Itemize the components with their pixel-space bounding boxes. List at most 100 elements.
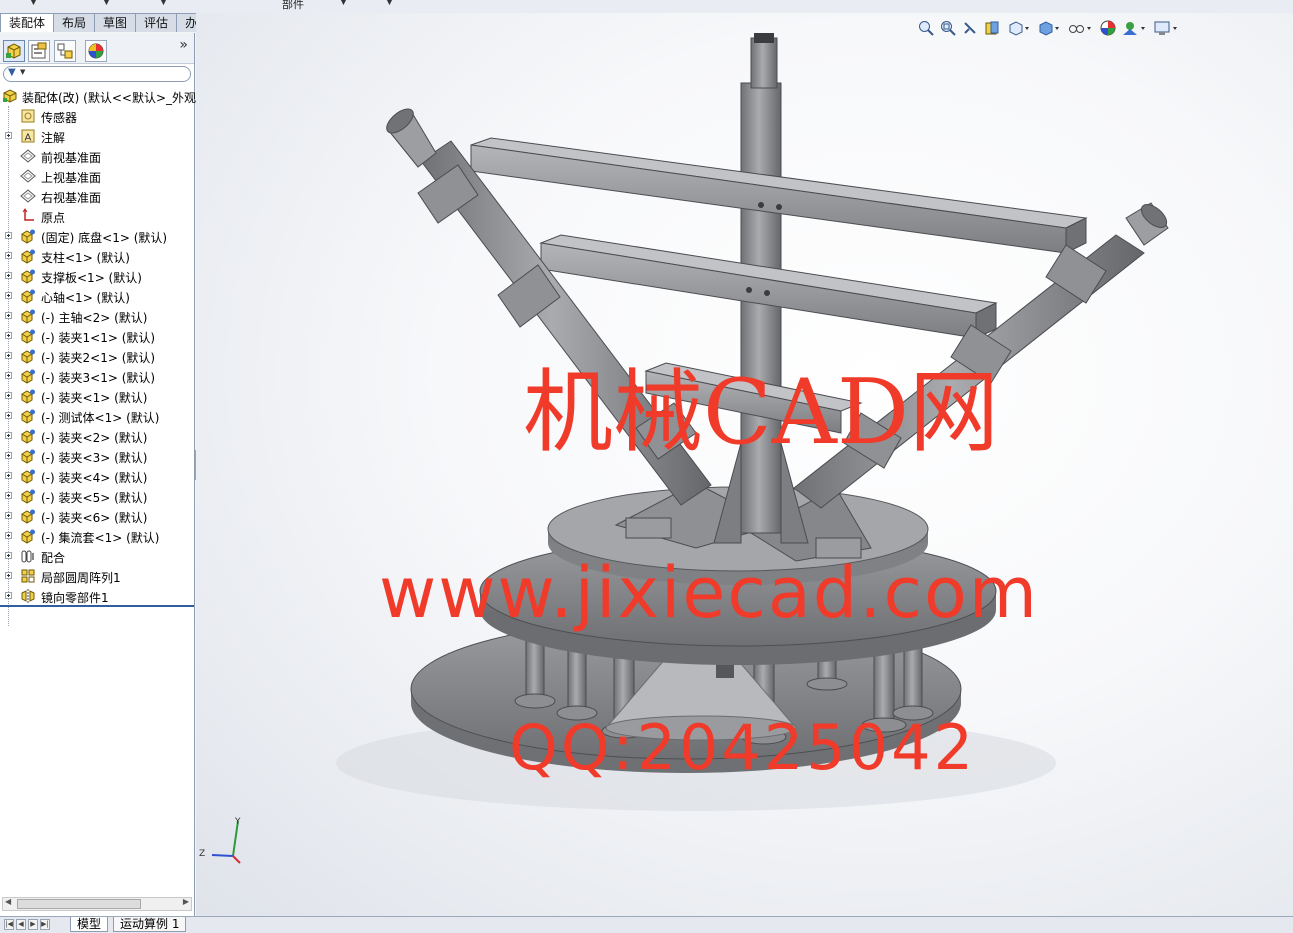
tab-assembly[interactable]: 装配体 (0, 13, 55, 32)
tab-motion-study-1[interactable]: 运动算例 1 (113, 917, 187, 932)
tree-item-component[interactable]: (-) 装夹<2> (默认) (0, 426, 194, 446)
graphics-area[interactable]: Y Z 机械CAD网 www.jixiecad.com QQ:20425042 (196, 13, 1293, 916)
tree-item-mirror-component[interactable]: 镜向零部件1 (0, 586, 194, 606)
tree-expand-icon[interactable] (5, 592, 12, 599)
tree-item-circular-pattern[interactable]: 局部圆周阵列1 (0, 566, 194, 586)
tree-item-label: 局部圆周阵列1 (41, 571, 121, 585)
tree-item-label: (-) 装夹1<1> (默认) (41, 331, 156, 345)
tree-expand-icon[interactable] (5, 532, 12, 539)
tree-expand-icon[interactable] (5, 352, 12, 359)
tab-evaluate[interactable]: 评估 (135, 13, 178, 32)
tree-item-component[interactable]: (-) 装夹3<1> (默认) (0, 366, 194, 386)
tree-item-label: (-) 装夹2<1> (默认) (41, 351, 156, 365)
expand-panel-icon[interactable]: » (179, 37, 188, 53)
view-settings-icon[interactable] (1154, 20, 1178, 36)
tree-item-label: 支柱<1> (默认) (41, 251, 130, 265)
tree-item-component[interactable]: 支柱<1> (默认) (0, 246, 194, 266)
tree-item-sensors[interactable]: 传感器 (0, 106, 194, 126)
display-style-icon[interactable] (1038, 20, 1060, 36)
tree-expand-icon[interactable] (5, 432, 12, 439)
tree-expand-icon[interactable] (5, 392, 12, 399)
tree-expand-icon[interactable] (5, 372, 12, 379)
zoom-to-area-icon[interactable] (940, 20, 956, 36)
tree-expand-icon[interactable] (5, 292, 12, 299)
dropdown-arrow-icon[interactable]: ▼ (160, 0, 167, 7)
tree-expand-icon[interactable] (5, 332, 12, 339)
tree-item-component[interactable]: 支撑板<1> (默认) (0, 266, 194, 286)
scroll-right-icon[interactable]: ▶ (183, 897, 189, 906)
tree-item-label: 支撑板<1> (默认) (41, 271, 142, 285)
tree-expand-icon[interactable] (5, 512, 12, 519)
tree-expand-icon[interactable] (5, 552, 12, 559)
dropdown-arrow-icon[interactable]: ▼ (103, 0, 110, 7)
tree-item-right-plane[interactable]: 右视基准面 (0, 186, 194, 206)
feature-manager-icon[interactable] (3, 40, 25, 62)
dropdown-arrow-icon[interactable]: ▼ (386, 0, 393, 7)
view-triad (211, 820, 241, 864)
tree-expand-icon[interactable] (5, 412, 12, 419)
tree-item-component[interactable]: (-) 装夹<6> (默认) (0, 506, 194, 526)
plane-icon (20, 149, 36, 163)
tab-model[interactable]: 模型 (70, 917, 109, 932)
tree-expand-icon[interactable] (5, 472, 12, 479)
tab-sketch[interactable]: 草图 (94, 13, 137, 32)
dropdown-arrow-icon[interactable]: ▼ (340, 0, 347, 7)
property-manager-icon[interactable] (28, 40, 50, 62)
tree-item-component[interactable]: (-) 集流套<1> (默认) (0, 526, 194, 546)
tree-expand-icon[interactable] (5, 492, 12, 499)
component-icon (21, 469, 35, 484)
tree-item-component[interactable]: (-) 装夹2<1> (默认) (0, 346, 194, 366)
tree-item-component[interactable]: (-) 测试体<1> (默认) (0, 406, 194, 426)
tree-item-label: (-) 装夹<3> (默认) (41, 451, 148, 465)
display-manager-icon[interactable] (85, 40, 107, 62)
tree-item-component[interactable]: (-) 装夹<1> (默认) (0, 386, 194, 406)
tree-item-annotations[interactable]: A 注解 (0, 126, 194, 146)
zoom-to-fit-icon[interactable] (918, 20, 934, 36)
tree-expand-icon[interactable] (5, 252, 12, 259)
horizontal-scrollbar[interactable]: ◀ ▶ (2, 897, 192, 911)
configuration-manager-icon[interactable] (54, 40, 76, 62)
tree-item-front-plane[interactable]: 前视基准面 (0, 146, 194, 166)
previous-view-icon[interactable] (962, 20, 978, 36)
tree-item-origin[interactable]: 原点 (0, 206, 194, 226)
tree-expand-icon[interactable] (5, 312, 12, 319)
top-toolbar-strip: ▼ ▼ ▼ 部件 ▼ ▼ (0, 0, 1293, 14)
tree-item-component[interactable]: (-) 装夹<5> (默认) (0, 486, 194, 506)
tree-item-component[interactable]: (-) 装夹<3> (默认) (0, 446, 194, 466)
filter-bar[interactable]: ▼ ▼ (3, 66, 191, 82)
filter-dropdown-icon[interactable]: ▼ (20, 68, 25, 76)
tree-expand-icon[interactable] (5, 272, 12, 279)
section-view-icon[interactable] (984, 20, 1000, 36)
filter-icon[interactable]: ▼ (8, 67, 16, 78)
tree-item-component[interactable]: (-) 主轴<2> (默认) (0, 306, 194, 326)
dropdown-arrow-icon[interactable]: ▼ (30, 0, 37, 7)
tree-root-assembly[interactable]: 装配体(改) (默认<<默认>_外观 (0, 86, 196, 106)
tree-item-component[interactable]: (-) 装夹1<1> (默认) (0, 326, 194, 346)
component-icon (21, 389, 35, 404)
hide-show-items-icon[interactable] (1068, 20, 1092, 36)
scroll-left-icon[interactable]: ◀ (5, 897, 11, 906)
toolbar-label-parts[interactable]: 部件 (282, 0, 304, 12)
tree-item-component[interactable]: 心轴<1> (默认) (0, 286, 194, 306)
component-icon (21, 289, 35, 304)
mirror-component-icon (21, 589, 35, 603)
view-orientation-icon[interactable] (1008, 20, 1030, 36)
tree-expand-icon[interactable] (5, 572, 12, 579)
tree-item-top-plane[interactable]: 上视基准面 (0, 166, 194, 186)
last-tab-icon[interactable]: ▶| (40, 919, 50, 930)
next-tab-icon[interactable]: ▶ (28, 919, 38, 930)
prev-tab-icon[interactable]: ◀ (16, 919, 26, 930)
tree-expand-icon[interactable] (5, 132, 12, 139)
tree-expand-icon[interactable] (5, 452, 12, 459)
tree-item-label: 前视基准面 (41, 151, 102, 165)
first-tab-icon[interactable]: |◀ (4, 919, 14, 930)
tree-item-label: 原点 (41, 211, 66, 225)
tree-item-component[interactable]: (-) 装夹<4> (默认) (0, 466, 194, 486)
tree-expand-icon[interactable] (5, 232, 12, 239)
scrollbar-thumb[interactable] (17, 899, 141, 909)
apply-scene-icon[interactable] (1122, 20, 1146, 36)
tab-layout[interactable]: 布局 (53, 13, 96, 32)
edit-appearance-icon[interactable] (1100, 20, 1118, 36)
tree-item-component[interactable]: (固定) 底盘<1> (默认) (0, 226, 194, 246)
tree-item-mates[interactable]: 配合 (0, 546, 194, 566)
